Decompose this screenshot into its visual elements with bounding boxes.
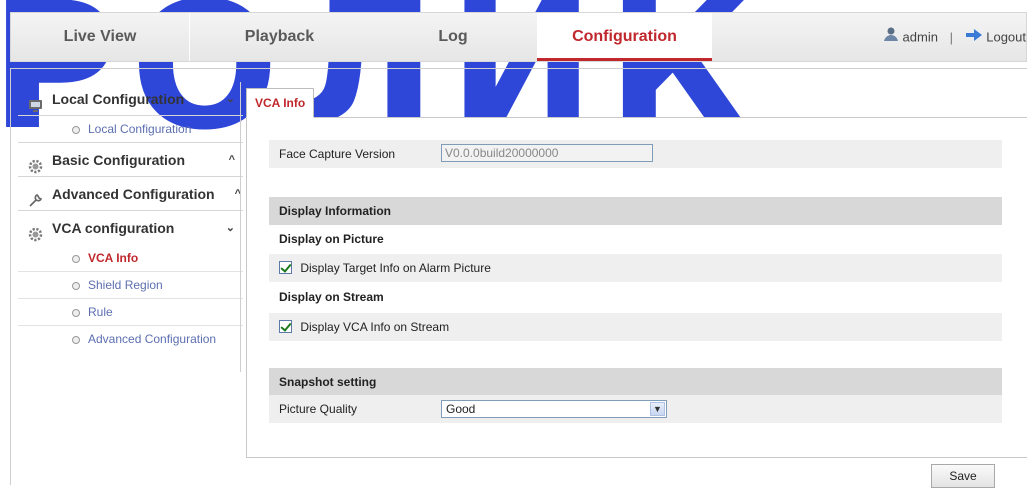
picture-quality-row: Picture Quality Good ▼ (269, 395, 1002, 423)
sidebar-item-label: Advanced Configuration (88, 332, 217, 346)
chevron-down-icon[interactable]: ⌄ (226, 82, 235, 116)
sidebar-item-label: Shield Region (88, 278, 163, 292)
face-capture-row: Face Capture Version V0.0.0build20000000 (269, 140, 1002, 168)
chevron-down-icon[interactable]: ▼ (650, 402, 665, 416)
display-vca-info-checkbox[interactable] (279, 320, 292, 334)
sidebar-item-advanced-configuration[interactable]: Advanced Configuration (18, 326, 243, 353)
sidebar-item-label: Local Configuration (88, 122, 192, 136)
bullet-icon (72, 255, 80, 263)
save-button[interactable]: Save (931, 464, 995, 488)
sidebar-item-vca-info[interactable]: VCA Info (18, 245, 243, 272)
tab-configuration[interactable]: Configuration (537, 13, 712, 61)
logout-icon[interactable] (965, 28, 987, 45)
separator: | (949, 29, 953, 45)
sidebar-group-advanced-configuration[interactable]: Advanced Configuration ^ (18, 177, 243, 211)
sidebar-item-rule[interactable]: Rule (18, 299, 243, 326)
chevron-up-icon[interactable]: ^ (229, 143, 235, 177)
wrench-icon (28, 186, 43, 207)
sidebar-group-basic-configuration[interactable]: Basic Configuration ^ (18, 143, 243, 177)
display-information-header: Display Information (269, 197, 1002, 225)
bullet-icon (72, 126, 80, 134)
picture-quality-value: Good (446, 402, 476, 416)
sidebar-group-label: VCA configuration (52, 220, 175, 236)
sidebar-item-shield-region[interactable]: Shield Region (18, 272, 243, 299)
tab-log[interactable]: Log (369, 13, 537, 61)
face-capture-version-field: V0.0.0build20000000 (441, 144, 653, 162)
sidebar-group-label: Local Configuration (52, 91, 185, 107)
display-target-info-checkbox[interactable] (279, 261, 292, 275)
sidebar: Local Configuration ⌄ Local Configuratio… (18, 82, 243, 353)
chevron-down-icon[interactable]: ⌄ (226, 211, 235, 245)
picture-quality-label: Picture Quality (279, 402, 358, 416)
logout-link[interactable]: Logout (986, 30, 1026, 45)
display-target-info-row: Display Target Info on Alarm Picture (269, 254, 1002, 282)
sidebar-group-label: Advanced Configuration (52, 186, 215, 202)
username: admin (902, 29, 938, 45)
snapshot-setting-header: Snapshot setting (269, 368, 1002, 396)
display-target-info-label: Display Target Info on Alarm Picture (300, 261, 491, 275)
monitor-icon (28, 91, 43, 112)
top-nav: Live View Playback Log Configuration adm… (10, 12, 1027, 62)
vca-info-panel: Face Capture Version V0.0.0build20000000… (246, 117, 1027, 458)
display-on-picture-label: Display on Picture (279, 232, 384, 246)
display-vca-info-row: Display VCA Info on Stream (269, 313, 1002, 341)
sidebar-item-label: Rule (88, 305, 113, 319)
sidebar-group-label: Basic Configuration (52, 152, 186, 168)
sidebar-group-local-configuration[interactable]: Local Configuration ⌄ (18, 82, 243, 116)
user-icon (883, 27, 903, 45)
bullet-icon (72, 309, 80, 317)
bullet-icon (72, 336, 80, 344)
bullet-icon (72, 282, 80, 290)
face-capture-label: Face Capture Version (279, 147, 396, 161)
sidebar-group-vca-configuration[interactable]: VCA configuration ⌄ (18, 211, 243, 245)
sidebar-divider (240, 82, 241, 372)
sidebar-item-label: VCA Info (88, 251, 139, 265)
gear-icon (28, 220, 43, 242)
tab-live-view[interactable]: Live View (11, 13, 189, 61)
sidebar-item-local-configuration[interactable]: Local Configuration (18, 116, 243, 143)
display-on-stream-label: Display on Stream (279, 290, 384, 304)
gear-icon (28, 152, 43, 174)
picture-quality-select[interactable]: Good ▼ (441, 400, 667, 418)
user-area: admin | Logout (883, 13, 1026, 61)
display-vca-info-label: Display VCA Info on Stream (300, 320, 450, 334)
tab-playback[interactable]: Playback (189, 13, 369, 61)
tab-vca-info[interactable]: VCA Info (246, 88, 315, 118)
